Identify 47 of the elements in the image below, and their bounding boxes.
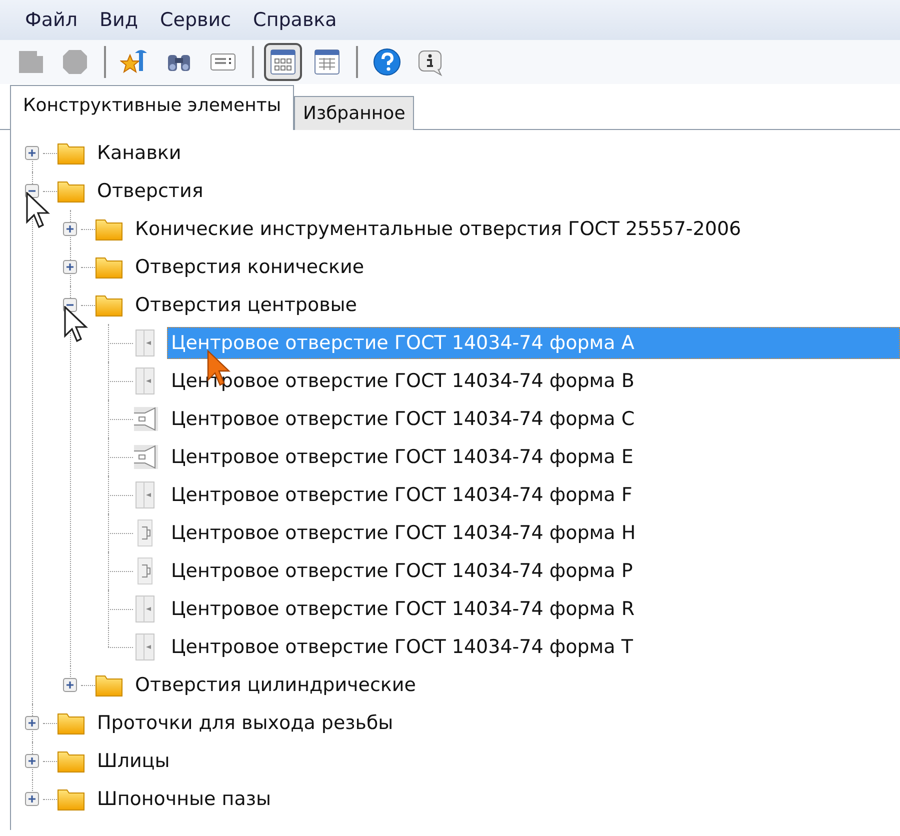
tree-item[interactable]: Шпоночные пазы [93,782,275,816]
technical-drawing-icon [133,443,159,471]
folder-icon [95,293,123,317]
tree-item[interactable]: Центровое отверстие ГОСТ 14034-74 форма H [167,516,640,550]
folder-icon [95,673,123,697]
folder-icon [95,255,123,279]
disabled-octagon-icon [60,47,90,77]
tree-item[interactable]: Канавки [93,136,186,170]
folder-icon [57,711,85,735]
expand-icon[interactable] [25,792,39,806]
tree-item[interactable]: Отверстия конические [131,250,368,284]
tree-item[interactable]: Центровое отверстие ГОСТ 14034-74 форма F [167,478,636,512]
tree-item[interactable]: Центровое отверстие ГОСТ 14034-74 форма C [167,402,639,436]
expand-icon[interactable] [63,260,77,274]
menu-item[interactable]: Вид [88,0,150,40]
tree-item[interactable]: Отверстия центровые [131,288,361,322]
menu-item[interactable]: Сервис [149,0,242,40]
tree-item[interactable]: Проточки для выхода резьбы [93,706,398,740]
tree-item[interactable]: Центровое отверстие ГОСТ 14034-74 форма E [167,440,638,474]
grid-view-icon [268,47,298,77]
technical-drawing-icon [133,405,159,433]
help-icon [372,47,402,77]
expand-icon[interactable] [25,146,39,160]
tree-item[interactable]: Отверстия цилиндрические [131,668,420,702]
menu-item[interactable]: Файл [14,0,88,40]
tab[interactable]: Конструктивные элементы [10,85,294,130]
table-view-icon [312,47,342,77]
folder-icon [57,179,85,203]
tree-item[interactable]: Конические инструментальные отверстия ГОСТ 25557-2006 [131,212,746,246]
folder-icon [95,217,123,241]
tree-item[interactable]: Центровое отверстие ГОСТ 14034-74 форма R [167,592,639,626]
expand-icon[interactable] [25,716,39,730]
tree-item[interactable]: Шлицы [93,744,174,778]
folder-icon [57,787,85,811]
tree-item[interactable]: Центровое отверстие ГОСТ 14034-74 форма T [167,630,637,664]
tree-item[interactable]: Центровое отверстие ГОСТ 14034-74 форма P [167,554,637,588]
folder-icon [57,749,85,773]
collapse-icon[interactable] [63,298,77,312]
expand-icon[interactable] [63,678,77,692]
menu-item[interactable]: Справка [242,0,348,40]
tab[interactable]: Избранное [294,96,414,130]
toolbar-button[interactable] [264,43,302,81]
expand-icon[interactable] [25,754,39,768]
tree-item[interactable]: Отверстия [93,174,208,208]
collapse-icon[interactable] [25,184,39,198]
folder-icon [57,141,85,165]
expand-icon[interactable] [63,222,77,236]
